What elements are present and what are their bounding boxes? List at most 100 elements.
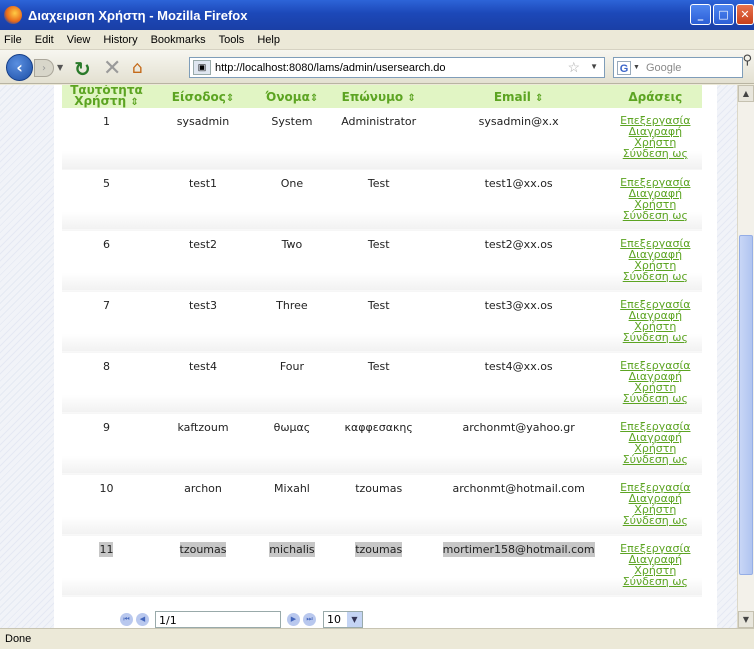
google-icon[interactable]: G (617, 60, 631, 75)
window-title: Διαχειριση Χρήστη - Mozilla Firefox (28, 7, 248, 23)
last-page-icon[interactable]: ⏭ (303, 612, 316, 626)
scroll-up-icon[interactable]: ▲ (738, 85, 754, 102)
reload-icon[interactable]: ↻ (74, 57, 91, 81)
stop-icon[interactable]: ✕ (103, 56, 121, 81)
close-button[interactable]: ✕ (736, 4, 754, 25)
edit-link[interactable]: Επεξεργασία (609, 543, 702, 554)
delete-user-link[interactable]: Διαγραφή Χρήστη (609, 371, 702, 393)
edit-link[interactable]: Επεξεργασία (609, 238, 702, 249)
edit-link[interactable]: Επεξεργασία (609, 482, 702, 493)
login-as-link[interactable]: Σύνδεση ως (609, 515, 702, 526)
menu-file[interactable]: File (4, 34, 22, 46)
pager: ⏮ ◀ 1/1 ▶ ⏭ 10 ▼ (120, 610, 363, 628)
prev-page-icon[interactable]: ◀ (136, 612, 149, 626)
delete-user-link[interactable]: Διαγραφή Χρήστη (609, 554, 702, 576)
status-text: Done (5, 633, 32, 645)
login-as-link[interactable]: Σύνδεση ως (609, 393, 702, 404)
cell-login: test4 (150, 352, 256, 414)
login-as-link[interactable]: Σύνδεση ως (609, 332, 702, 343)
table-row: 1 sysadmin System Administrator sysadmin@x.x… (62, 108, 702, 170)
cell-email: test2@xx.os (428, 230, 609, 292)
cell-login: test2 (150, 230, 256, 292)
cell-email: test3@xx.os (428, 291, 609, 353)
menu-help[interactable]: Help (257, 34, 280, 46)
cell-login: archon (150, 474, 256, 536)
maximize-button[interactable]: □ (713, 4, 734, 25)
history-dropdown-icon[interactable]: ▼ (57, 63, 63, 72)
delete-user-link[interactable]: Διαγραφή Χρήστη (609, 126, 702, 148)
page-size-select[interactable]: 10 ▼ (323, 610, 363, 628)
menu-bookmarks[interactable]: Bookmarks (151, 34, 206, 46)
menu-view[interactable]: View (67, 34, 91, 46)
delete-user-link[interactable]: Διαγραφή Χρήστη (609, 432, 702, 454)
delete-user-link[interactable]: Διαγραφή Χρήστη (609, 310, 702, 332)
login-as-link[interactable]: Σύνδεση ως (609, 271, 702, 282)
header-user-id[interactable]: Ταυτότητα Χρήστη ⇕ (62, 85, 151, 108)
url-dropdown-icon[interactable]: ▼ (590, 62, 598, 71)
forward-button[interactable]: › (34, 59, 54, 77)
edit-link[interactable]: Επεξεργασία (609, 421, 702, 432)
edit-link[interactable]: Επεξεργασία (609, 299, 702, 310)
search-engine-dropdown-icon[interactable]: ▼ (633, 64, 640, 71)
navigation-toolbar: ‹ › ▼ ↻ ✕ ⌂ ▣ http://localhost:8080/lams… (0, 50, 754, 84)
table-row: 5 test1 One Test test1@xx.os Επεξεργασία Διαγρ… (62, 169, 702, 231)
site-icon: ▣ (193, 60, 211, 75)
cell-user-id: 6 (62, 230, 151, 292)
header-first-name[interactable]: Όνομα⇕ (255, 85, 329, 108)
cell-actions: Επεξεργασία Διαγραφή Χρήστη Σύνδεση ως (608, 413, 702, 475)
first-page-icon[interactable]: ⏮ (120, 612, 133, 626)
cell-email: archonmt@yahoo.gr (428, 413, 609, 475)
url-text[interactable]: http://localhost:8080/lams/admin/usersea… (215, 62, 446, 74)
header-last-name[interactable]: Επώνυμο ⇕ (328, 85, 429, 108)
menu-history[interactable]: History (103, 34, 137, 46)
cell-email: mortimer158@hotmail.com (428, 535, 609, 597)
bookmark-star-icon[interactable]: ☆ (567, 59, 580, 76)
vertical-scrollbar[interactable]: ▲ ▼ (737, 85, 754, 628)
cell-user-id: 1 (62, 108, 151, 170)
cell-email: test4@xx.os (428, 352, 609, 414)
scroll-thumb[interactable] (739, 235, 753, 575)
login-as-link[interactable]: Σύνδεση ως (609, 576, 702, 587)
cell-actions: Επεξεργασία Διαγραφή Χρήστη Σύνδεση ως (608, 352, 702, 414)
login-as-link[interactable]: Σύνδεση ως (609, 454, 702, 465)
cell-first-name: Four (255, 352, 329, 414)
cell-login: kaftzoum (150, 413, 256, 475)
header-email[interactable]: Email ⇕ (428, 85, 609, 108)
search-bar[interactable]: G ▼ Google (613, 57, 743, 78)
page-number-field[interactable]: 1/1 (155, 610, 281, 628)
cell-actions: Επεξεργασία Διαγραφή Χρήστη Σύνδεση ως (608, 108, 702, 170)
minimize-button[interactable]: _ (690, 4, 711, 25)
scroll-down-icon[interactable]: ▼ (738, 611, 754, 628)
search-icon[interactable]: ⚲ (742, 53, 752, 68)
users-table: Ταυτότητα Χρήστη ⇕ Είσοδος⇕ Όνομα⇕ Επώνυ… (62, 85, 702, 597)
cell-first-name: Two (255, 230, 329, 292)
delete-user-link[interactable]: Διαγραφή Χρήστη (609, 493, 702, 515)
back-button[interactable]: ‹ (6, 54, 33, 81)
login-as-link[interactable]: Σύνδεση ως (609, 148, 702, 159)
home-icon[interactable]: ⌂ (132, 58, 143, 78)
next-page-icon[interactable]: ▶ (287, 612, 300, 626)
title-bar: Διαχειριση Χρήστη - Mozilla Firefox _ □ … (0, 0, 754, 30)
search-placeholder[interactable]: Google (646, 62, 681, 74)
cell-email: archonmt@hotmail.com (428, 474, 609, 536)
header-actions: Δράσεις (608, 85, 702, 108)
menu-edit[interactable]: Edit (35, 34, 54, 46)
header-login[interactable]: Είσοδος⇕ (150, 85, 256, 108)
address-bar[interactable]: ▣ http://localhost:8080/lams/admin/users… (189, 57, 605, 78)
chevron-down-icon[interactable]: ▼ (347, 611, 362, 627)
login-as-link[interactable]: Σύνδεση ως (609, 210, 702, 221)
edit-link[interactable]: Επεξεργασία (609, 360, 702, 371)
table-row: 8 test4 Four Test test4@xx.os Επεξεργασία Διαγ… (62, 352, 702, 414)
cell-last-name: tzoumas (328, 535, 429, 597)
delete-user-link[interactable]: Διαγραφή Χρήστη (609, 188, 702, 210)
user-search-page: Ταυτότητα Χρήστη ⇕ Είσοδος⇕ Όνομα⇕ Επώνυ… (54, 85, 717, 628)
delete-user-link[interactable]: Διαγραφή Χρήστη (609, 249, 702, 271)
cell-first-name: System (255, 108, 329, 170)
menu-tools[interactable]: Tools (219, 34, 245, 46)
edit-link[interactable]: Επεξεργασία (609, 177, 702, 188)
cell-last-name: καφφεσακης (328, 413, 429, 475)
cell-last-name: Test (328, 169, 429, 231)
cell-last-name: Test (328, 230, 429, 292)
table-row: 6 test2 Two Test test2@xx.os Επεξεργασία Διαγρ… (62, 230, 702, 292)
cell-login: tzoumas (150, 535, 256, 597)
